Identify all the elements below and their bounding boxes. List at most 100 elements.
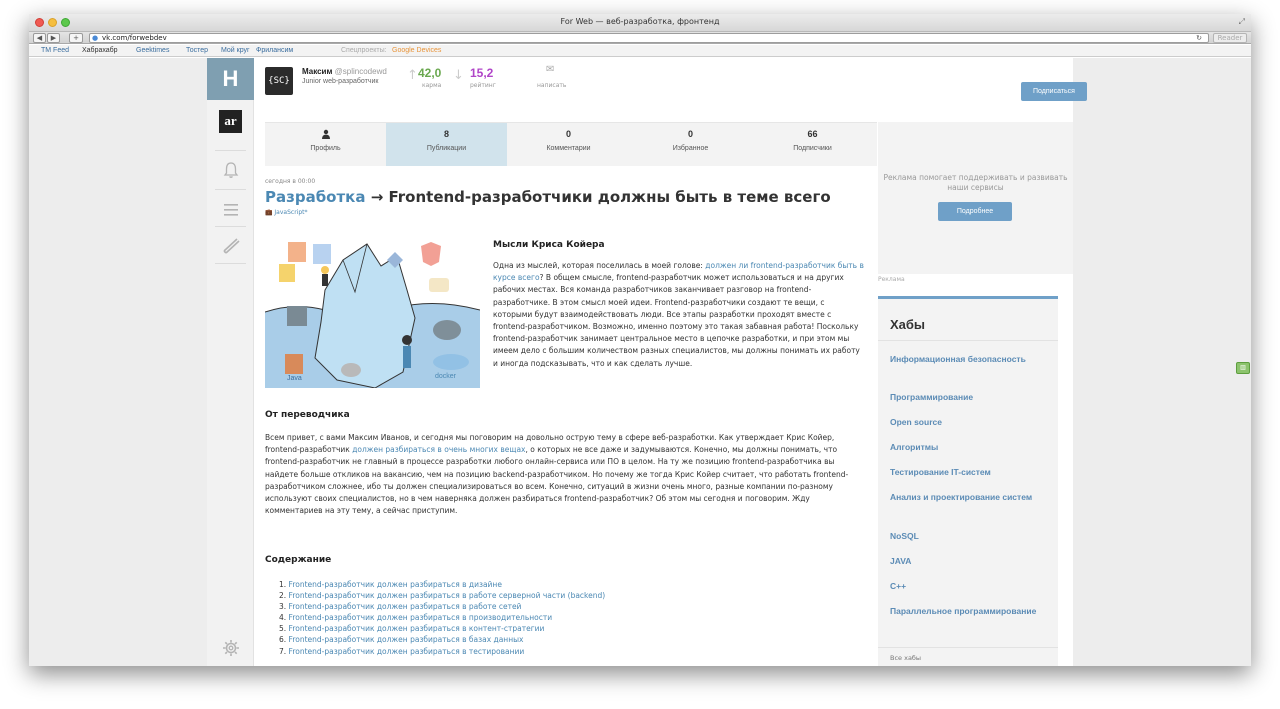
user-role: Junior web-разработчик [302, 78, 379, 85]
window-title: For Web — веб-разработка, фронтенд [560, 17, 720, 26]
avatar-ar[interactable]: ar [219, 110, 242, 133]
title-arrow: → [365, 188, 389, 206]
section-heading-contents: Содержание [265, 555, 332, 565]
add-tab-button[interactable]: + [69, 33, 83, 43]
hub-link[interactable]: Анализ и проектирование систем [890, 491, 1050, 503]
profile-person-icon [265, 123, 386, 141]
toc-item[interactable]: 7. Frontend-разработчик должен разбирать… [279, 646, 605, 657]
hub-link[interactable]: Параллельное программирование [890, 605, 1050, 617]
browser-window: For Web — веб-разработка, фронтенд ⤢ ◀ ▶… [29, 14, 1251, 666]
extension-badge-icon[interactable]: ▥ [1236, 362, 1250, 374]
bookmark-specprojects-label: Спецпроекты: [341, 47, 387, 54]
section-heading-translator: От переводчика [265, 410, 350, 420]
address-bar[interactable]: ● vk.com/forwebdev ↻ [89, 33, 1209, 43]
article-hub-link[interactable]: Разработка [265, 188, 365, 206]
tab-favorites-label: Избранное [672, 145, 709, 152]
hub-link[interactable]: NoSQL [890, 530, 1050, 542]
forward-icon[interactable]: ▶ [47, 33, 60, 43]
tab-comments-count: 0 [565, 129, 571, 139]
article-title-text[interactable]: Frontend-разработчики должны быть в теме… [388, 188, 830, 206]
docker-logo: docker [435, 373, 457, 380]
rail-divider [215, 263, 246, 264]
toc-item[interactable]: 3. Frontend-разработчик должен разбирать… [279, 601, 605, 612]
section-heading-thoughts: Мысли Криса Койера [493, 240, 605, 250]
page-viewport: H ar {SC} Максим @splincodewd Junior web… [29, 58, 1251, 666]
tab-subscribers-label: Подписчики [793, 145, 832, 152]
title-bar: For Web — веб-разработка, фронтенд ⤢ [29, 14, 1251, 32]
paragraph-thoughts: Одна из мыслей, которая поселилась в мое… [493, 261, 864, 368]
bookmark-geektimes[interactable]: Geektimes [136, 47, 169, 54]
ad-more-button[interactable]: Подробнее [938, 202, 1012, 221]
mail-icon[interactable]: ✉ [546, 64, 554, 75]
bell-icon[interactable] [207, 161, 254, 184]
globe-icon: ● [92, 34, 99, 42]
bookmark-moi-krug[interactable]: Мой круг [221, 47, 250, 54]
toc-item[interactable]: 4. Frontend-разработчик должен разбирать… [279, 612, 605, 623]
toc-item[interactable]: 5. Frontend-разработчик должен разбирать… [279, 623, 605, 634]
rail-divider [215, 150, 246, 151]
tab-subscribers[interactable]: 66 Подписчики [752, 123, 873, 166]
briefcase-icon: 💼 [265, 209, 273, 216]
edit-icon[interactable] [207, 236, 254, 259]
ad-label: Реклама [878, 276, 905, 283]
gear-icon[interactable] [207, 639, 254, 662]
rail-divider [215, 189, 246, 190]
tab-comments[interactable]: 0 Комментарии [508, 123, 629, 166]
ad-block: Реклама помогает поддерживать и развиват… [878, 122, 1073, 274]
bookmark-habrahabr[interactable]: Хабрахабр [82, 47, 118, 54]
bookmark-google-devices[interactable]: Google Devices [392, 47, 441, 54]
fullscreen-icon[interactable]: ⤢ [1239, 17, 1245, 27]
tab-profile[interactable]: Профиль [265, 123, 386, 166]
back-icon[interactable]: ◀ [33, 33, 46, 43]
reader-button[interactable]: Reader [1213, 33, 1247, 43]
toc-item[interactable]: 2. Frontend-разработчик должен разбирать… [279, 590, 605, 601]
hub-link[interactable]: Тестирование IT-систем [890, 466, 1050, 478]
rating-value: 15,2 [470, 66, 494, 80]
address-text: vk.com/forwebdev [102, 34, 167, 42]
browser-toolbar: ◀ ▶ + ● vk.com/forwebdev ↻ Reader [29, 32, 1251, 44]
habr-logo[interactable]: H [207, 58, 254, 100]
hub-link[interactable]: Open source [890, 416, 1050, 428]
tab-favorites[interactable]: 0 Избранное [630, 123, 751, 166]
article-date: сегодня в 00:00 [265, 178, 316, 185]
user-nick: @splincodewd [334, 67, 387, 76]
user-avatar[interactable]: {SC} [265, 67, 293, 95]
left-rail: H ar [207, 58, 254, 666]
hubs-panel: Хабы Информационная безопасность Програм… [878, 296, 1058, 666]
tab-favorites-count: 0 [687, 129, 693, 139]
hub-link[interactable]: JAVA [890, 555, 1050, 567]
hub-link[interactable]: Алгоритмы [890, 441, 1050, 453]
write-label[interactable]: написать [537, 82, 566, 89]
profile-tabs: Профиль 8 Публикации 0 Комментарии 0 Изб… [265, 122, 877, 166]
article-tag[interactable]: 💼 JavaScript* [265, 209, 307, 216]
bookmark-toster[interactable]: Тостер [186, 47, 208, 54]
tab-publications-count: 8 [443, 129, 449, 139]
java-logo: Java [287, 375, 302, 382]
tab-publications[interactable]: 8 Публикации [386, 123, 507, 166]
hub-link[interactable]: C++ [890, 580, 1050, 592]
bookmarks-bar: TM Feed Хабрахабр Geektimes Тостер Мой к… [29, 45, 1251, 57]
subscribe-button[interactable]: Подписаться [1021, 82, 1087, 101]
rail-divider [215, 226, 246, 227]
tab-profile-label: Профиль [310, 145, 341, 152]
link-many-things[interactable]: должен разбираться в очень многих вещах [352, 445, 525, 454]
user-name[interactable]: Максим @splincodewd [302, 67, 387, 76]
toc-item[interactable]: 1. Frontend-разработчик должен разбирать… [279, 579, 605, 590]
karma-label: карма [422, 82, 442, 89]
tab-publications-label: Публикации [426, 145, 467, 152]
table-of-contents: 1. Frontend-разработчик должен разбирать… [279, 579, 605, 657]
rating-label: рейтинг [470, 82, 496, 89]
all-hubs-link[interactable]: Все хабы [878, 647, 1058, 666]
hubs-title: Хабы [890, 317, 926, 332]
article-title: Разработка → Frontend-разработчики должн… [265, 188, 831, 206]
reload-icon[interactable]: ↻ [1196, 34, 1202, 42]
karma-value: 42,0 [418, 66, 442, 80]
hub-link[interactable]: Информационная безопасность [890, 353, 1050, 365]
bookmark-tm-feed[interactable]: TM Feed [41, 47, 69, 54]
karma-down-icon[interactable]: ↓ [453, 68, 464, 83]
karma-up-icon[interactable]: ↑ [407, 68, 418, 83]
menu-icon[interactable] [207, 201, 254, 222]
hub-link[interactable]: Программирование [890, 391, 1050, 403]
toc-item[interactable]: 6. Frontend-разработчик должен разбирать… [279, 634, 605, 645]
bookmark-freelansim[interactable]: Фрилансим [256, 47, 293, 54]
